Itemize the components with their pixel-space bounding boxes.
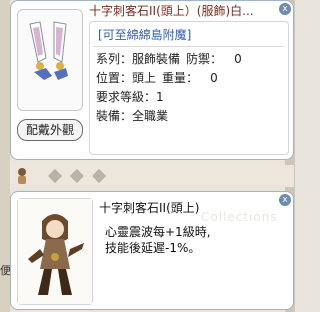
defense-value: 0 xyxy=(234,52,242,66)
close-button[interactable]: x xyxy=(279,3,291,15)
card-description-line: 心靈震波每+1級時, xyxy=(105,225,211,239)
weight-value: 0 xyxy=(210,71,218,85)
assassin-cross-card-illustration xyxy=(18,199,92,304)
equip-label: 裝備 xyxy=(96,109,121,123)
required-level-label: 要求等級 xyxy=(96,90,145,104)
card-slot-icon[interactable] xyxy=(47,168,63,184)
row-position: 位置：頭上 重量： 0 xyxy=(96,71,218,85)
item-title: 十字刺客石II(頭上）(服飾)白... xyxy=(89,4,254,18)
card-title: 十字刺客石II(頭上) xyxy=(99,201,200,215)
row-equip: 裝備：全職業 xyxy=(96,109,169,123)
series-label: 系列 xyxy=(96,52,121,66)
card-description-line: 技能後延遲-1%。 xyxy=(105,241,201,255)
position-value: 頭上 xyxy=(132,71,157,85)
item-image-frame xyxy=(17,9,83,111)
row-series: 系列：服飾裝備 防禦： 0 xyxy=(96,52,242,66)
item-info-window: 十字刺客石II(頭上）(服飾)白... x 配戴外觀 [可至綿綿島附魔] 系列：… xyxy=(10,0,294,160)
card-slot-strip xyxy=(10,165,294,187)
row-required-level: 要求等級：1 xyxy=(96,90,164,104)
close-button[interactable]: x xyxy=(279,194,291,206)
item-info-panel: [可至綿綿島附魔] 系列：服飾裝備 防禦： 0 位置：頭上 重量： 0 要求等級：1 裝… xyxy=(89,21,289,155)
weight-label: 重量 xyxy=(162,71,187,85)
card-image-frame xyxy=(17,198,93,305)
white-fox-ears-icon xyxy=(29,21,68,80)
divider xyxy=(94,46,284,47)
required-level-value: 1 xyxy=(156,90,164,104)
equip-value: 全職業 xyxy=(132,109,169,123)
defense-label: 防禦 xyxy=(186,52,211,66)
character-mini-icon xyxy=(18,168,26,184)
watermark: Collections xyxy=(201,210,278,224)
card-slot-icon[interactable] xyxy=(91,168,107,184)
position-label: 位置 xyxy=(96,71,121,85)
card-slot-icon[interactable] xyxy=(69,168,85,184)
preview-appearance-button[interactable]: 配戴外觀 xyxy=(17,119,83,141)
series-value: 服飾裝備 xyxy=(132,52,181,66)
card-info-window: Collections 十字刺客石II(頭上) x 心靈震波每+1級時, 技能後… xyxy=(10,191,294,310)
enchant-link[interactable]: [可至綿綿島附魔] xyxy=(98,26,191,44)
